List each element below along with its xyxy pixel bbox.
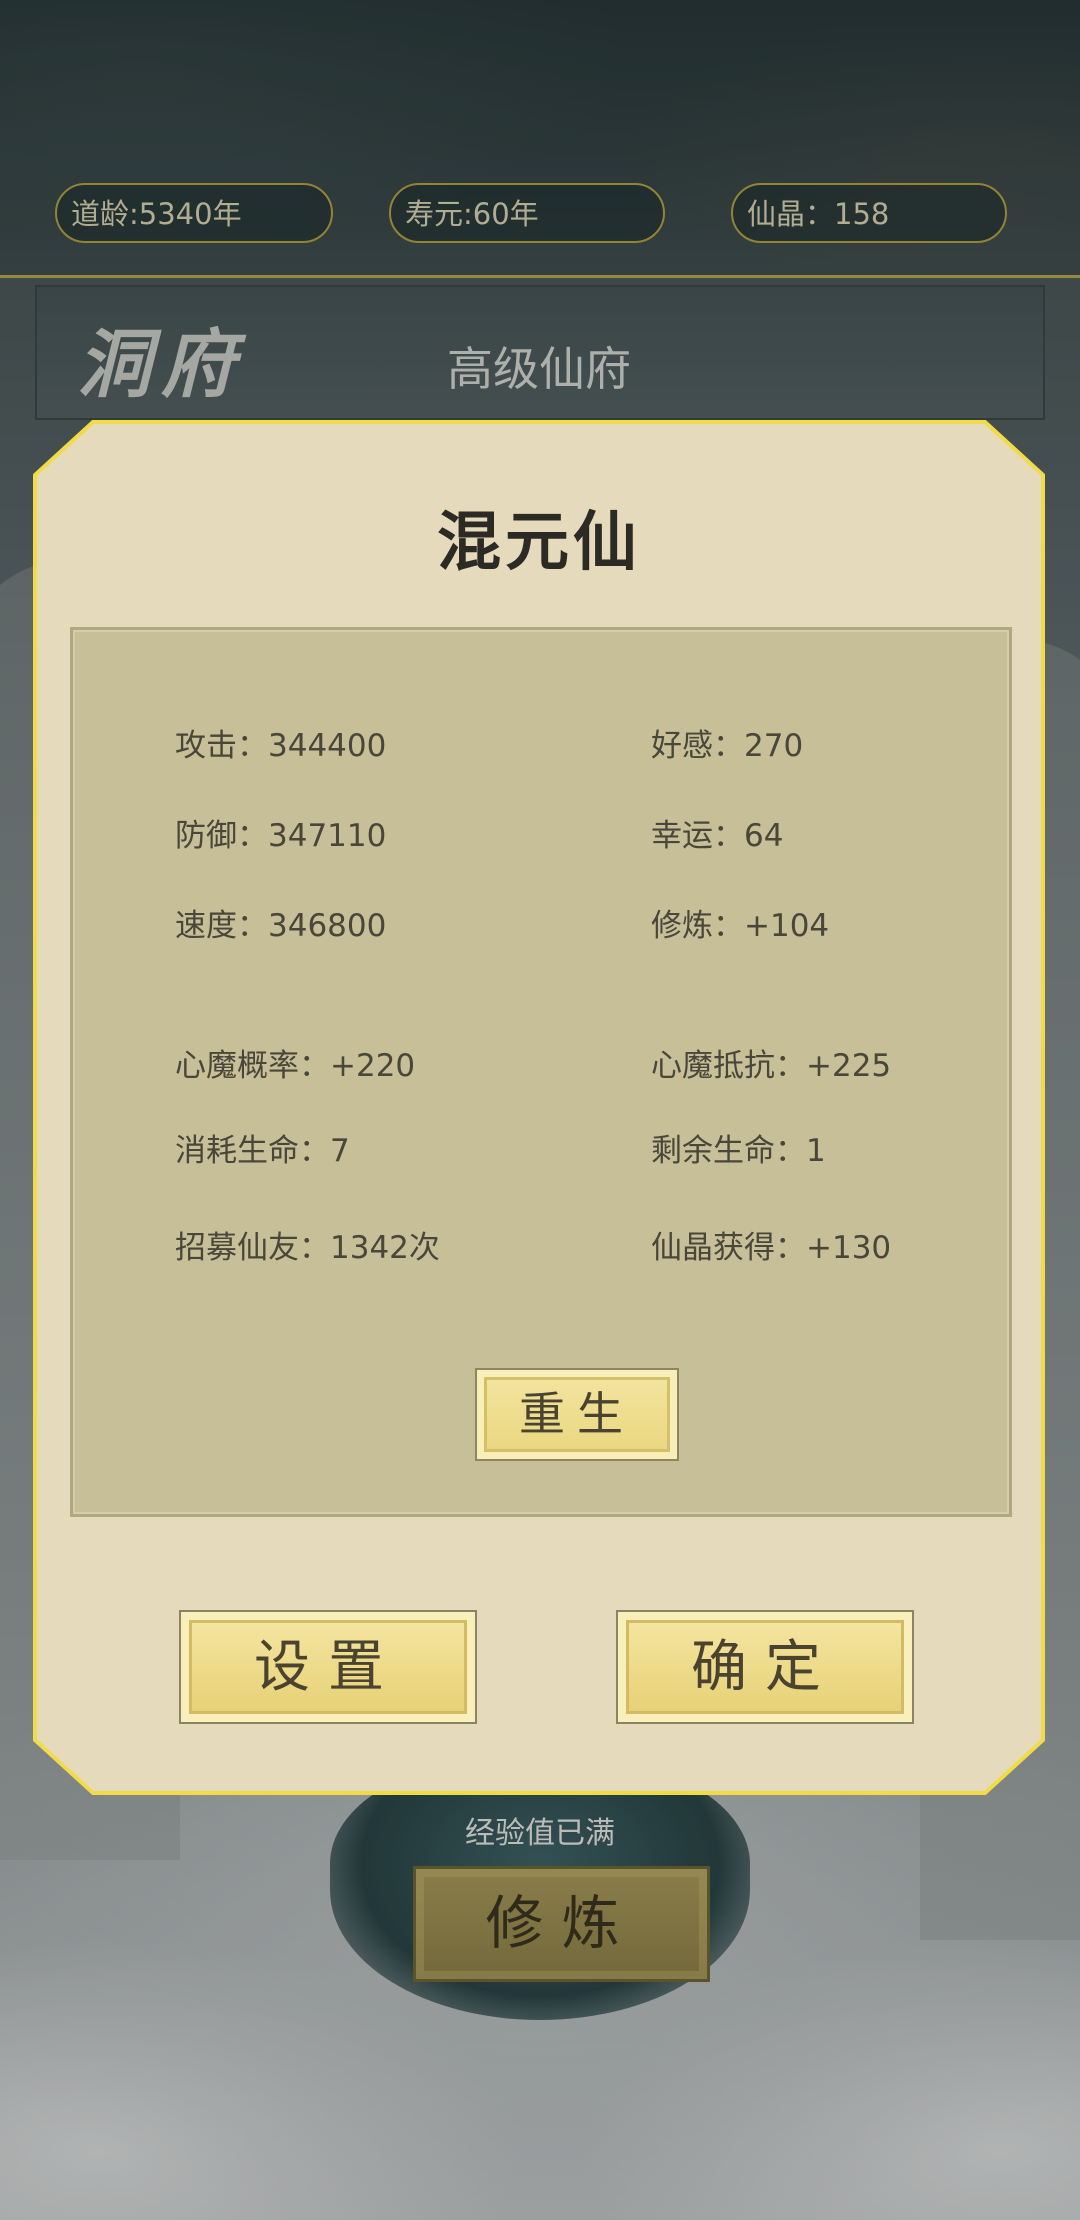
stat-demon-chance: 心魔概率：+220	[175, 1048, 416, 1084]
stat-defense: 防御：347110	[175, 818, 387, 854]
stat-attack: 攻击：344400	[175, 728, 387, 764]
settings-button[interactable]: 设置	[179, 1610, 477, 1724]
stat-recruits: 招募仙友：1342次	[175, 1230, 440, 1266]
character-modal: 混元仙 攻击：344400 好感：270 防御：347110 幸运：64 速度：…	[33, 420, 1045, 1795]
stat-favor: 好感：270	[651, 728, 804, 764]
confirm-button[interactable]: 确定	[616, 1610, 914, 1724]
stat-luck: 幸运：64	[651, 818, 784, 854]
modal-title: 混元仙	[437, 506, 641, 580]
stat-life-consumed: 消耗生命：7	[175, 1133, 350, 1169]
stat-cultivation: 修炼：+104	[651, 908, 830, 944]
rebirth-button[interactable]: 重生	[475, 1368, 679, 1461]
stat-crystal-gain: 仙晶获得：+130	[651, 1230, 892, 1266]
stat-speed: 速度：346800	[175, 908, 387, 944]
stat-life-remaining: 剩余生命：1	[651, 1133, 826, 1169]
stats-panel: 攻击：344400 好感：270 防御：347110 幸运：64 速度：3468…	[70, 627, 1012, 1517]
stat-demon-resist: 心魔抵抗：+225	[651, 1048, 892, 1084]
